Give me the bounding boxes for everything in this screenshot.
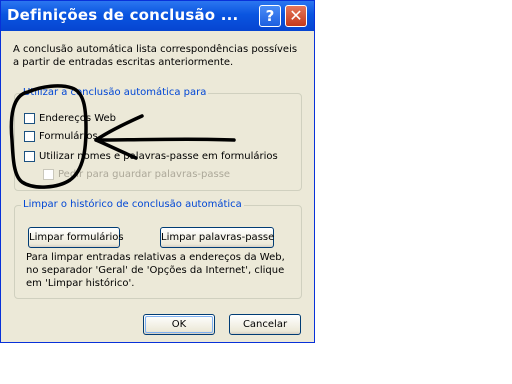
annotation-arrow-shaft — [94, 137, 236, 142]
annotation-overlay — [9, 84, 236, 189]
annotation-arrow-head — [94, 114, 144, 160]
annotation-circle — [9, 84, 88, 189]
